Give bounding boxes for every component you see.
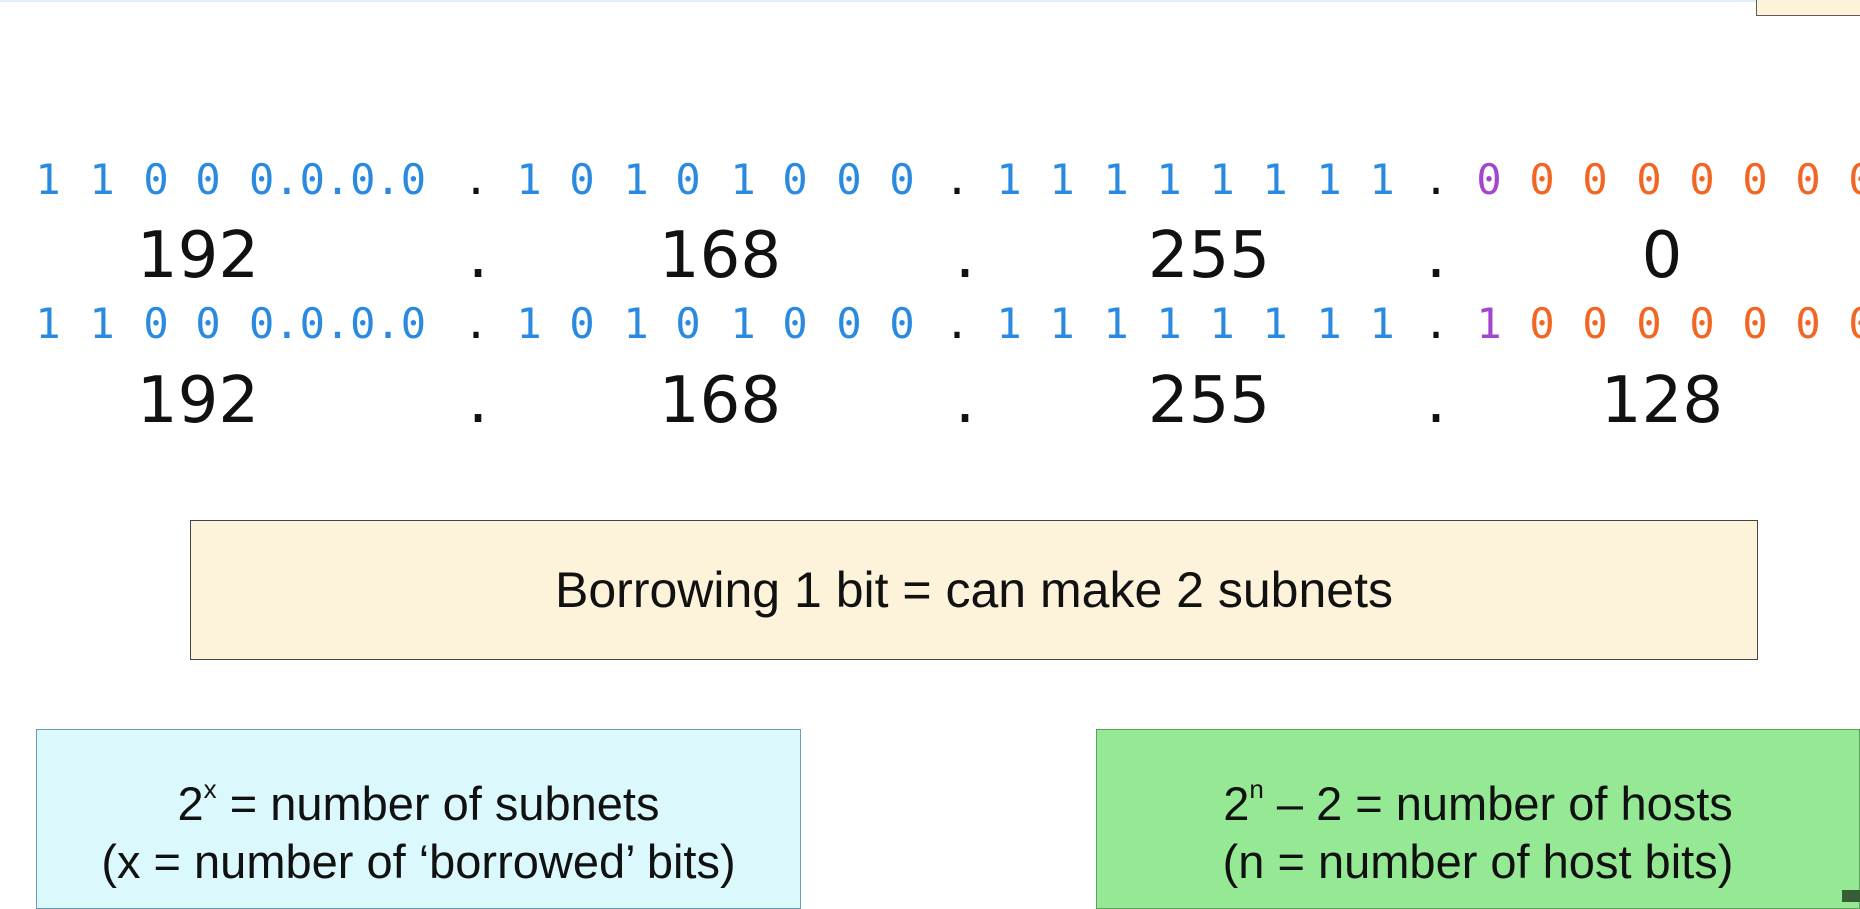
bit: 0 <box>569 299 595 348</box>
bit: 0 <box>195 155 221 204</box>
bit: 1 <box>35 155 61 204</box>
separator: . <box>1425 364 1447 438</box>
bit: 1 <box>1156 155 1182 204</box>
bit: 0 <box>889 299 915 348</box>
host-bit: 0 <box>1529 155 1555 204</box>
bit: 0 <box>889 155 915 204</box>
bit: 1 <box>1156 299 1182 348</box>
host-bit: 0 <box>1636 299 1662 348</box>
bit: 1 <box>1209 299 1235 348</box>
host-bit: 0 <box>1689 299 1715 348</box>
bit: 1 <box>1049 155 1075 204</box>
host-bit: 0 <box>1689 155 1715 204</box>
octet-decimal: 192 <box>136 219 260 293</box>
binary-row-2: 1 1 0 0 0.0.0.0 . 1 0 1 0 1 0 0 0 . 1 1 … <box>0 299 1860 349</box>
octet-decimal: 168 <box>658 219 782 293</box>
bit: 1 <box>1316 299 1342 348</box>
formula-base: 2 <box>177 777 204 830</box>
bit: 0 <box>143 299 169 348</box>
binary-row-1: 1 1 0 0 0.0.0.0 . 1 0 1 0 1 0 0 0 . 1 1 … <box>0 155 1860 205</box>
subnets-formula-note: (x = number of ‘borrowed’ bits) <box>101 835 736 888</box>
host-bit: 0 <box>1742 299 1768 348</box>
formula-exponent: n <box>1249 774 1264 804</box>
host-bit: 0 <box>1636 155 1662 204</box>
bit: 0 <box>782 299 808 348</box>
bit: 0 <box>195 299 221 348</box>
top-rule <box>0 0 1756 2</box>
host-bit: 0 <box>1582 155 1608 204</box>
host-bit: 0 <box>1582 299 1608 348</box>
bit: 1 <box>35 299 61 348</box>
bit: 0 <box>675 299 701 348</box>
host-bit: 0 <box>1742 155 1768 204</box>
bit: 1 <box>1262 155 1288 204</box>
hosts-formula-box: 2n – 2 = number of hosts (n = number of … <box>1096 729 1860 909</box>
top-corner-box <box>1756 0 1860 16</box>
bit: 0 <box>569 155 595 204</box>
bit: 1 <box>623 299 649 348</box>
separator: . <box>1423 299 1449 348</box>
octet-decimal: 255 <box>1147 364 1271 438</box>
bit: 1 <box>1103 299 1129 348</box>
octet-decimal: 255 <box>1147 219 1271 293</box>
separator: . <box>944 299 970 348</box>
octet-decimal: 0 <box>1641 219 1683 293</box>
subnets-formula-box: 2x = number of subnets (x = number of ‘b… <box>36 729 801 909</box>
bit: 1 <box>89 299 115 348</box>
separator: . <box>954 364 976 438</box>
bit: 1 <box>1049 299 1075 348</box>
bit: 0 <box>143 155 169 204</box>
bit: 0 <box>836 155 862 204</box>
octet-decimal: 168 <box>658 364 782 438</box>
bits-inline: 0.0.0.0 <box>249 155 427 204</box>
bit: 1 <box>730 155 756 204</box>
bit: 1 <box>1209 155 1235 204</box>
bit: 1 <box>516 155 542 204</box>
hosts-formula-note: (n = number of host bits) <box>1222 835 1734 888</box>
separator: . <box>463 155 489 204</box>
host-bit: 0 <box>1834 155 1860 205</box>
bit: 1 <box>996 299 1022 348</box>
separator: . <box>463 299 489 348</box>
decimal-row-2: 192 . 168 . 255 . 128 <box>0 361 1860 441</box>
callout-text: Borrowing 1 bit = can make 2 subnets <box>555 562 1393 618</box>
bit: 1 <box>1369 155 1395 204</box>
bit: 1 <box>623 155 649 204</box>
bit: 1 <box>1103 155 1129 204</box>
separator: . <box>467 364 489 438</box>
separator: . <box>954 219 976 293</box>
bit: 1 <box>1369 299 1395 348</box>
bit: 1 <box>516 299 542 348</box>
bit: 0 <box>782 155 808 204</box>
octet-decimal: 128 <box>1600 364 1724 438</box>
hosts-formula: 2n – 2 = number of hosts <box>1223 760 1733 833</box>
bit: 1 <box>1316 155 1342 204</box>
host-bit: 0 <box>1834 299 1860 349</box>
separator: . <box>467 219 489 293</box>
formula-rest: = number of subnets <box>216 777 660 830</box>
octet-decimal: 192 <box>136 364 260 438</box>
borrowed-bit: 0 <box>1476 155 1502 204</box>
bit: 1 <box>730 299 756 348</box>
host-bit: 0 <box>1795 155 1821 204</box>
separator: . <box>1425 219 1447 293</box>
formula-exponent: x <box>203 774 217 804</box>
bit: 1 <box>89 155 115 204</box>
separator: . <box>1423 155 1449 204</box>
host-bit: 0 <box>1795 299 1821 348</box>
bit: 1 <box>996 155 1022 204</box>
formula-base: 2 <box>1223 777 1250 830</box>
borrowed-bit: 1 <box>1476 299 1502 348</box>
formula-rest: – 2 = number of hosts <box>1263 777 1733 830</box>
decimal-row-1: 192 . 168 . 255 . 0 <box>0 216 1860 296</box>
bit: 1 <box>1262 299 1288 348</box>
bit: 0 <box>675 155 701 204</box>
bits-inline: 0.0.0.0 <box>249 299 427 348</box>
corner-mark <box>1842 890 1860 902</box>
bit: 0 <box>836 299 862 348</box>
borrowing-callout: Borrowing 1 bit = can make 2 subnets <box>190 520 1758 660</box>
separator: . <box>944 155 970 204</box>
host-bit: 0 <box>1529 299 1555 348</box>
subnets-formula: 2x = number of subnets <box>178 760 660 833</box>
